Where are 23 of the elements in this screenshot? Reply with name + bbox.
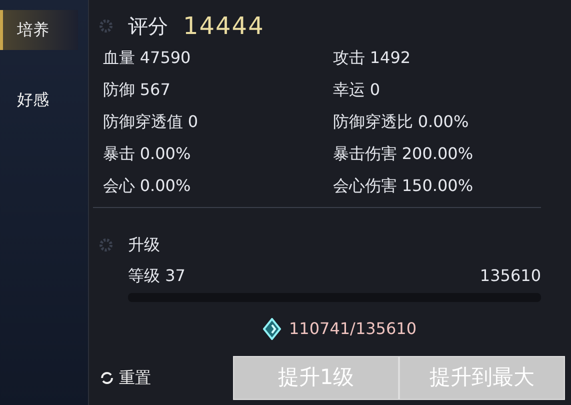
refresh-icon bbox=[99, 370, 115, 386]
stat-text: 防御穿透值 0 bbox=[102, 111, 200, 133]
score-value: 14444 bbox=[183, 11, 264, 42]
level-label: 等级 37 bbox=[128, 264, 186, 286]
stat-text: 会心伤害 150.00% bbox=[332, 175, 474, 197]
stat-text: 防御穿透比 0.00% bbox=[332, 111, 470, 133]
gem-icon bbox=[263, 318, 282, 340]
gear-icon bbox=[99, 238, 113, 252]
stat-text: 防御 567 bbox=[102, 79, 172, 101]
score-label: 评分 bbox=[128, 13, 168, 40]
sidebar-tab[interactable]: 好感 bbox=[0, 80, 78, 120]
sidebar-tab[interactable]: 培养 bbox=[0, 10, 78, 50]
stat-text: 幸运 0 bbox=[332, 79, 382, 101]
stat-text: 血量 47590 bbox=[102, 47, 192, 69]
max-exp: 135610 bbox=[480, 264, 541, 286]
cost-text: 110741/135610 bbox=[288, 318, 417, 340]
gear-icon bbox=[99, 19, 113, 33]
reset-button[interactable]: 重置 bbox=[99, 366, 151, 390]
stat-text: 暴击伤害 200.00% bbox=[332, 143, 474, 165]
stat-text: 暴击 0.00% bbox=[102, 143, 192, 165]
stat-text: 攻击 1492 bbox=[332, 47, 412, 69]
section-title: 升级 bbox=[128, 234, 160, 256]
stat-text: 会心 0.00% bbox=[102, 175, 192, 197]
